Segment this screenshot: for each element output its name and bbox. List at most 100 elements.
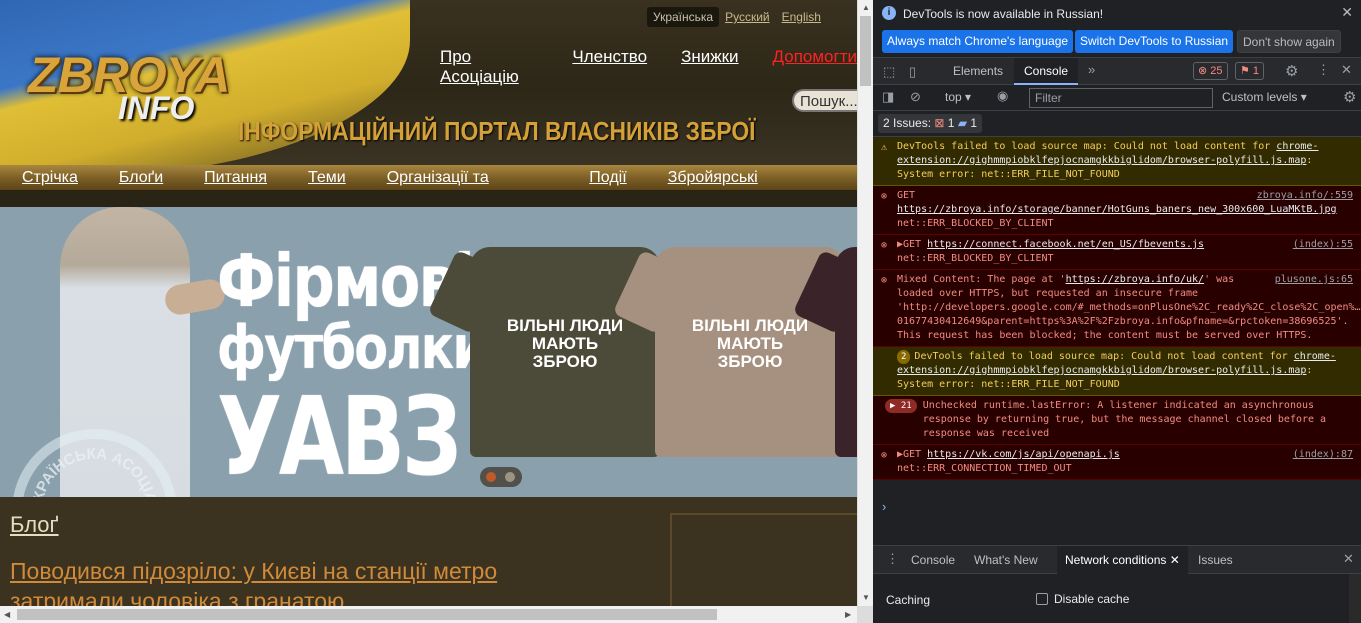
site-logo-info[interactable]: INFO bbox=[118, 90, 194, 127]
issues-label: 2 Issues: bbox=[883, 116, 932, 130]
close-icon[interactable]: ✕ bbox=[1341, 4, 1353, 21]
console-prompt[interactable]: › bbox=[882, 499, 886, 514]
device-toolbar-icon[interactable]: ▯ bbox=[909, 64, 916, 80]
nav-ratings[interactable]: Збройярські рейтинги bbox=[668, 165, 816, 212]
nav-membership[interactable]: Членство bbox=[572, 47, 647, 87]
drawer-tabbar: ⋮ Console What's New Network conditions … bbox=[873, 545, 1361, 574]
gear-icon[interactable]: ⚙ bbox=[1285, 62, 1298, 80]
close-icon[interactable]: ✕ bbox=[1170, 553, 1180, 567]
nav-discounts[interactable]: Знижки bbox=[681, 47, 738, 87]
page-horizontal-scrollbar[interactable]: ◀ ▶ bbox=[0, 606, 857, 623]
nav-events[interactable]: Події bbox=[589, 165, 626, 190]
message-link[interactable]: https://connect.facebook.net/en_US/fbeve… bbox=[927, 239, 1204, 250]
disable-cache-label[interactable]: Disable cache bbox=[1054, 592, 1129, 606]
scrollbar-thumb[interactable] bbox=[860, 16, 871, 86]
message-source[interactable]: (index):87 bbox=[1293, 448, 1353, 462]
banner-line-3: УАВЗ bbox=[217, 375, 462, 497]
error-icon: ⊗ bbox=[881, 275, 888, 286]
message-text: Unchecked runtime.lastError: A listener … bbox=[922, 400, 1327, 439]
switch-russian-button[interactable]: Switch DevTools to Russian bbox=[1075, 30, 1234, 53]
close-icon[interactable]: ✕ bbox=[1343, 551, 1354, 567]
lang-english[interactable]: English bbox=[776, 7, 827, 27]
message-source[interactable]: (index):55 bbox=[1293, 238, 1353, 252]
message-source[interactable]: plusone.js:65 bbox=[1275, 273, 1353, 287]
promo-banner[interactable]: УКРАЇНСЬКА АСОЦІАЦІЯ ВЛАСНИКІВ ЗБРОЇ 20 … bbox=[0, 207, 857, 497]
scroll-down-icon[interactable]: ▼ bbox=[862, 593, 870, 602]
repeat-count-badge: 2 bbox=[897, 350, 911, 364]
issue-count-badge[interactable]: ⚑ 1 bbox=[1235, 62, 1265, 80]
message-text[interactable]: ▶GET bbox=[897, 449, 927, 460]
message-link[interactable]: https://vk.com/js/api/openapi.js bbox=[927, 449, 1120, 460]
message-text: DevTools failed to load source map: Coul… bbox=[914, 351, 1294, 362]
site-tagline: ІНФОРМАЦІЙНИЙ ПОРТАЛ ВЛАСНИКІВ ЗБРОЇ bbox=[238, 116, 756, 146]
devtools-tabbar: ⬚ ▯ Elements Console » ⊗ 25 ⚑ 1 ⚙ ⋮ ✕ bbox=[873, 58, 1361, 85]
nav-feed[interactable]: Стрічка bbox=[22, 165, 78, 190]
console-warning: 2 DevTools failed to load source map: Cou… bbox=[873, 347, 1361, 396]
message-link[interactable]: https://zbroya.info/uk/ bbox=[1066, 274, 1204, 285]
close-icon[interactable]: ✕ bbox=[1341, 62, 1352, 78]
nav-topics[interactable]: Теми bbox=[308, 165, 346, 190]
error-icon: ⊗ bbox=[881, 240, 888, 251]
error-icon: ⊗ bbox=[881, 450, 888, 461]
console-warning: ⚠ DevTools failed to load source map: Co… bbox=[873, 137, 1361, 186]
scroll-up-icon[interactable]: ▲ bbox=[862, 3, 870, 12]
drawer-scrollbar[interactable] bbox=[1349, 574, 1361, 623]
console-error: ⊗ (index):87 ▶GET https://vk.com/js/api/… bbox=[873, 445, 1361, 480]
nav-about[interactable]: Про Асоціацію bbox=[440, 47, 538, 87]
inspect-icon[interactable]: ⬚ bbox=[883, 64, 895, 80]
disable-cache-checkbox[interactable] bbox=[1036, 593, 1048, 605]
nav-organizations[interactable]: Організації та партнери bbox=[387, 165, 549, 212]
issues-button[interactable]: 2 Issues: ⊠ 1 ▰ 1 bbox=[878, 114, 983, 133]
more-tabs-icon[interactable]: » bbox=[1088, 62, 1095, 77]
console-error: ⊗ zbroya.info/:559 GET https://zbroya.in… bbox=[873, 186, 1361, 235]
scroll-left-icon[interactable]: ◀ bbox=[4, 610, 10, 619]
message-link[interactable]: https://zbroya.info/storage/banner/HotGu… bbox=[897, 204, 1337, 215]
main-nav: Стрічка Блоґи Питання Теми Організації т… bbox=[0, 165, 857, 212]
site-header: ZBROYA INFO ІНФОРМАЦІЙНИЙ ПОРТАЛ ВЛАСНИК… bbox=[0, 0, 857, 186]
message-text: GET bbox=[897, 190, 916, 201]
scroll-right-icon[interactable]: ▶ bbox=[845, 610, 851, 619]
drawer-tab-console[interactable]: Console bbox=[903, 546, 963, 574]
tab-console[interactable]: Console bbox=[1014, 58, 1079, 85]
infobar-text: DevTools is now available in Russian! bbox=[903, 7, 1104, 21]
filter-input[interactable]: Filter bbox=[1029, 88, 1213, 108]
repeat-count-badge[interactable]: ▶ 21 bbox=[885, 399, 917, 413]
error-icon: ⊗ bbox=[881, 191, 888, 202]
search-input[interactable]: Пошук... bbox=[792, 89, 857, 112]
tab-elements[interactable]: Elements bbox=[943, 58, 1013, 85]
drawer-tab-network-conditions[interactable]: Network conditions ✕ bbox=[1057, 546, 1188, 574]
context-label: top bbox=[945, 90, 962, 104]
gear-icon[interactable]: ⚙ bbox=[1343, 88, 1356, 106]
log-levels-dropdown[interactable]: Custom levels ▾ bbox=[1222, 90, 1307, 104]
message-text[interactable]: ▶GET bbox=[897, 239, 927, 250]
error-count-badge[interactable]: ⊗ 25 bbox=[1193, 62, 1228, 80]
lang-ukrainian[interactable]: Українська bbox=[647, 7, 720, 27]
nav-blogs[interactable]: Блоґи bbox=[119, 165, 163, 190]
error-count: 25 bbox=[1210, 65, 1223, 77]
context-selector[interactable]: top ▾ bbox=[945, 90, 971, 104]
blog-heading[interactable]: Блоґ bbox=[10, 512, 59, 538]
eye-icon[interactable]: ◉ bbox=[997, 88, 1008, 104]
message-source[interactable]: zbroya.info/:559 bbox=[1257, 189, 1353, 203]
console-messages: ⚠ DevTools failed to load source map: Co… bbox=[873, 137, 1361, 517]
match-language-button[interactable]: Always match Chrome's language bbox=[882, 30, 1074, 53]
kebab-menu-icon[interactable]: ⋮ bbox=[1317, 62, 1330, 78]
nav-help[interactable]: Допомогти bbox=[773, 47, 857, 87]
drawer-tab-whats-new[interactable]: What's New bbox=[966, 546, 1046, 574]
language-switcher: Українська Русский English bbox=[647, 7, 827, 27]
sidebar-toggle-icon[interactable]: ◨ bbox=[882, 89, 894, 105]
console-error: ⊗ (index):55 ▶GET https://connect.facebo… bbox=[873, 235, 1361, 270]
scrollbar-thumb[interactable] bbox=[17, 609, 717, 620]
drawer-tab-issues[interactable]: Issues bbox=[1190, 546, 1241, 574]
clear-console-icon[interactable]: ⊘ bbox=[910, 89, 921, 105]
dont-show-button[interactable]: Don't show again bbox=[1237, 30, 1341, 53]
lang-russian[interactable]: Русский bbox=[719, 7, 776, 27]
slider-dot-active[interactable] bbox=[486, 472, 496, 482]
tshirt-text: ВІЛЬНІ ЛЮДИ МАЮТЬ ЗБРОЮ bbox=[506, 316, 624, 371]
nav-questions[interactable]: Питання bbox=[204, 165, 267, 190]
webpage-viewport: ZBROYA INFO ІНФОРМАЦІЙНИЙ ПОРТАЛ ВЛАСНИК… bbox=[0, 0, 857, 606]
slider-dot[interactable] bbox=[505, 472, 515, 482]
page-vertical-scrollbar[interactable]: ▲ ▼ bbox=[857, 0, 873, 606]
kebab-menu-icon[interactable]: ⋮ bbox=[886, 551, 899, 567]
post-title-link[interactable]: Поводився підозріло: у Києві на станції … bbox=[10, 556, 570, 606]
